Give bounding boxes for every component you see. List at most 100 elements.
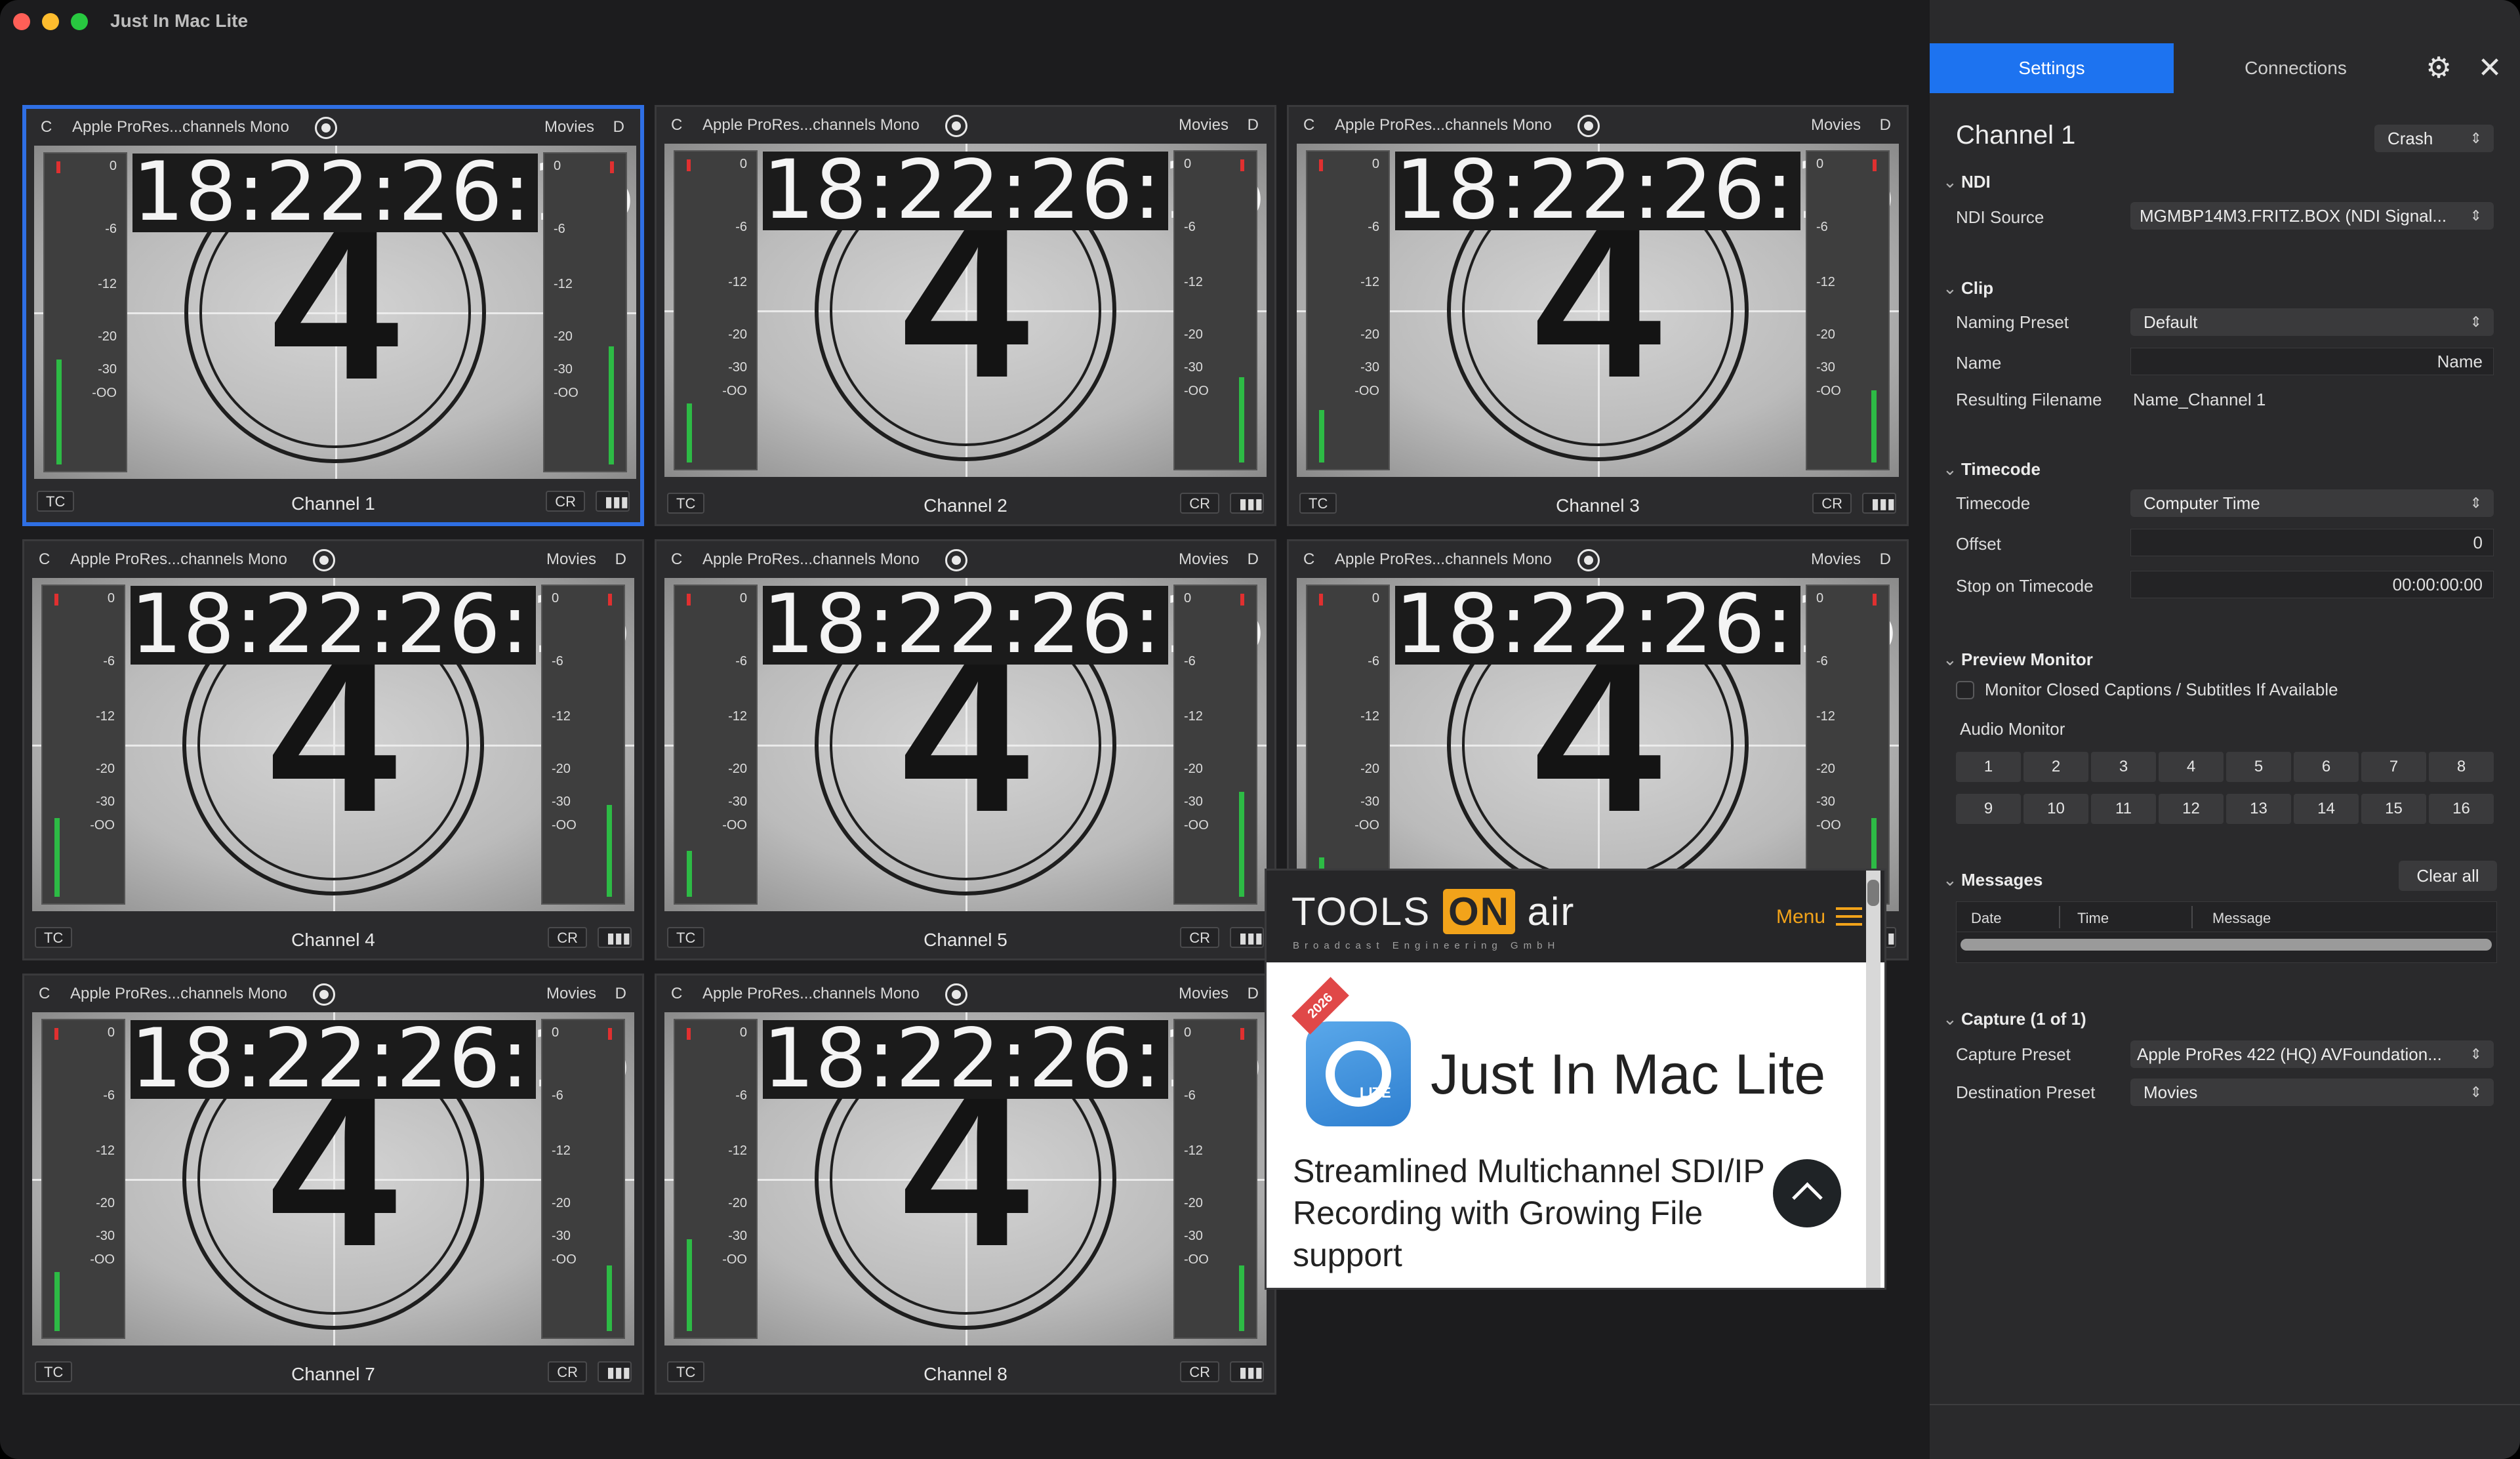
destination-indicator[interactable]: D: [1248, 116, 1259, 134]
audio-channel-button[interactable]: 7: [2361, 752, 2426, 782]
destination-indicator[interactable]: D: [1248, 985, 1259, 1003]
caption-indicator[interactable]: C: [671, 116, 682, 134]
audio-channel-button[interactable]: 16: [2429, 794, 2494, 824]
channel-tile[interactable]: C Apple ProRes...channels Mono Movies D …: [655, 105, 1276, 526]
tab-connections[interactable]: Connections: [2174, 43, 2418, 93]
audio-channel-button[interactable]: 2: [2023, 752, 2088, 782]
record-icon[interactable]: [945, 549, 967, 571]
caption-indicator[interactable]: C: [39, 985, 50, 1003]
audio-channel-button[interactable]: 8: [2429, 752, 2494, 782]
video-preview[interactable]: 4 18:22:26:16 0 -6 -12 -20 -30 -OO 0 -6 -12 -20-…: [34, 146, 636, 479]
cr-button[interactable]: CR: [1180, 1361, 1219, 1382]
col-time[interactable]: Time: [2077, 910, 2109, 927]
tab-settings[interactable]: Settings: [1930, 43, 2174, 93]
messages-table[interactable]: Date Time Message: [1956, 901, 2497, 963]
close-window-button[interactable]: [13, 13, 30, 30]
levels-icon[interactable]: ▮▮▮: [1230, 927, 1264, 948]
audio-channel-button[interactable]: 6: [2294, 752, 2359, 782]
channel-tile[interactable]: C Apple ProRes...channels Mono Movies D …: [655, 539, 1276, 960]
audio-channel-button[interactable]: 10: [2023, 794, 2088, 824]
channel-tile[interactable]: C Apple ProRes...channels Mono Movies D …: [22, 974, 644, 1395]
section-preview-monitor[interactable]: ⌄ Preview Monitor: [1943, 649, 2093, 670]
levels-icon[interactable]: ▮▮▮: [1230, 1361, 1264, 1382]
audio-channel-button[interactable]: 13: [2226, 794, 2291, 824]
zoom-window-button[interactable]: [71, 13, 88, 30]
record-icon[interactable]: [313, 549, 335, 571]
section-messages[interactable]: ⌄ Messages: [1943, 870, 2042, 890]
cr-button[interactable]: CR: [1180, 927, 1219, 948]
audio-channel-button[interactable]: 11: [2091, 794, 2156, 824]
name-field[interactable]: Name: [2130, 348, 2494, 375]
caption-indicator[interactable]: C: [1303, 116, 1314, 134]
record-icon[interactable]: [1577, 549, 1600, 571]
section-clip[interactable]: ⌄ Clip: [1943, 278, 1993, 298]
destination-indicator[interactable]: D: [1248, 550, 1259, 569]
caption-indicator[interactable]: C: [39, 550, 50, 569]
levels-icon[interactable]: ▮▮▮: [598, 1361, 632, 1382]
channel-tile[interactable]: C Apple ProRes...channels Mono Movies D …: [22, 539, 644, 960]
cr-button[interactable]: CR: [548, 927, 587, 948]
hamburger-icon[interactable]: [1836, 907, 1862, 927]
destination-indicator[interactable]: D: [1880, 116, 1891, 134]
audio-channel-button[interactable]: 15: [2361, 794, 2426, 824]
audio-channel-button[interactable]: 3: [2091, 752, 2156, 782]
cr-button[interactable]: CR: [546, 491, 585, 512]
close-icon[interactable]: ✕: [2474, 52, 2506, 84]
levels-icon[interactable]: ▮▮▮: [598, 927, 632, 948]
destination-indicator[interactable]: D: [1880, 550, 1891, 569]
audio-channel-button[interactable]: 12: [2159, 794, 2224, 824]
audio-channel-button[interactable]: 5: [2226, 752, 2291, 782]
caption-indicator[interactable]: C: [671, 550, 682, 569]
promo-scrollbar[interactable]: [1866, 871, 1880, 1288]
mode-select[interactable]: Crash ⇕: [2374, 125, 2494, 152]
promo-menu-link[interactable]: Menu: [1776, 906, 1825, 928]
video-preview[interactable]: 4 18:22:26:16 0 -6 -12 -20 -30 -OO 0 -6 -12 -20-…: [664, 578, 1267, 911]
video-preview[interactable]: 4 18:22:26:15 0 -6 -12 -20 -30 -OO 0 -6 -12 -20-…: [32, 578, 634, 911]
video-preview[interactable]: 4 18:22:26:16 0 -6 -12 -20 -30 -OO 0 -6 -12 -20-…: [664, 144, 1267, 477]
destination-indicator[interactable]: D: [615, 550, 626, 569]
channel-tile[interactable]: C Apple ProRes...channels Mono Movies D …: [22, 105, 644, 526]
destination-preset-select[interactable]: Movies ⇕: [2130, 1079, 2494, 1106]
ndi-source-select[interactable]: MGMBP14M3.FRITZ.BOX (NDI Signal... ⇕: [2130, 202, 2494, 230]
levels-icon[interactable]: ▮▮▮: [1862, 493, 1896, 514]
clear-all-button[interactable]: Clear all: [2399, 861, 2497, 891]
audio-channel-button[interactable]: 4: [2159, 752, 2224, 782]
audio-channel-button[interactable]: 1: [1956, 752, 2021, 782]
naming-preset-select[interactable]: Default ⇕: [2130, 308, 2494, 336]
closed-captions-checkbox[interactable]: [1956, 681, 1974, 699]
video-preview[interactable]: 4 18:22:26:16 0 -6 -12 -20 -30 -OO 0 -6 -12 -20-…: [1297, 578, 1899, 911]
record-icon[interactable]: [945, 983, 967, 1006]
section-ndi[interactable]: ⌄ NDI: [1943, 172, 1991, 192]
caption-indicator[interactable]: C: [1303, 550, 1314, 569]
levels-icon[interactable]: ▮▮▮: [596, 491, 630, 512]
capture-preset-select[interactable]: Apple ProRes 422 (HQ) AVFoundation... ⇕: [2130, 1040, 2494, 1068]
video-preview[interactable]: 4 18:22:26:15 0 -6 -12 -20 -30 -OO 0 -6 -12 -20-…: [664, 1012, 1267, 1346]
audio-channel-button[interactable]: 14: [2294, 794, 2359, 824]
col-message[interactable]: Message: [2212, 910, 2271, 927]
toolsonair-logo[interactable]: TOOLS ON air: [1291, 889, 1575, 934]
cr-button[interactable]: CR: [1180, 493, 1219, 514]
col-date[interactable]: Date: [1971, 910, 2001, 927]
promo-webview[interactable]: TOOLS ON air Broadcast Engineering GmbH …: [1265, 869, 1886, 1290]
caption-indicator[interactable]: C: [41, 118, 52, 136]
audio-channel-button[interactable]: 9: [1956, 794, 2021, 824]
section-capture[interactable]: ⌄ Capture (1 of 1): [1943, 1009, 2086, 1029]
cr-button[interactable]: CR: [548, 1361, 587, 1382]
timecode-select[interactable]: Computer Time ⇕: [2130, 489, 2494, 517]
destination-indicator[interactable]: D: [613, 118, 624, 136]
offset-field[interactable]: 0: [2130, 529, 2494, 556]
levels-icon[interactable]: ▮▮▮: [1230, 493, 1264, 514]
gear-icon[interactable]: ⚙: [2423, 52, 2454, 84]
section-timecode[interactable]: ⌄ Timecode: [1943, 459, 2041, 480]
caption-indicator[interactable]: C: [671, 985, 682, 1003]
channel-tile[interactable]: C Apple ProRes...channels Mono Movies D …: [1287, 105, 1909, 526]
record-icon[interactable]: [945, 115, 967, 137]
stop-on-timecode-field[interactable]: 00:00:00:00: [2130, 571, 2494, 598]
promo-scroll-thumb[interactable]: [1867, 880, 1879, 906]
scroll-to-top-button[interactable]: [1773, 1159, 1841, 1227]
channel-tile[interactable]: C Apple ProRes...channels Mono Movies D …: [655, 974, 1276, 1395]
record-icon[interactable]: [313, 983, 335, 1006]
messages-scrollbar[interactable]: [1961, 939, 2492, 951]
destination-indicator[interactable]: D: [615, 985, 626, 1003]
record-icon[interactable]: [1577, 115, 1600, 137]
